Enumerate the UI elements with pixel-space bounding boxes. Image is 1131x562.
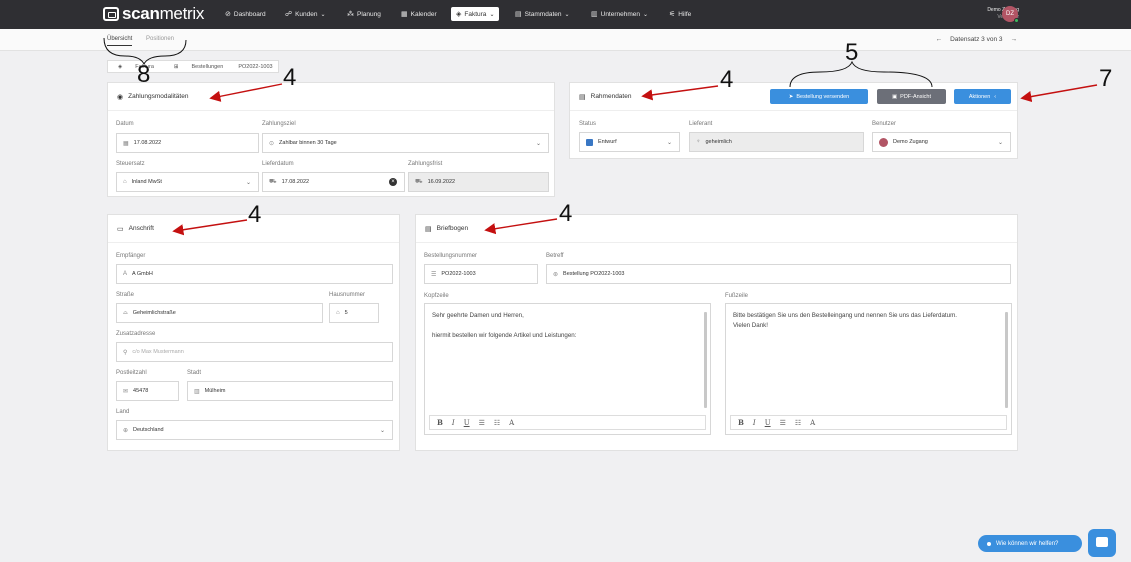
annotation-number: 4 [248,201,262,228]
annotation-number: 4 [720,66,734,93]
annotation-arrow [641,85,719,101]
annotation-arrow [172,219,248,236]
annotation-arrow [1020,84,1098,103]
annotation-overlay [103,37,1098,236]
annotation-number: 7 [1099,65,1113,92]
annotation-brace [789,60,933,88]
annotation-arrow [484,218,558,235]
annotation-number: 4 [283,64,297,91]
annotation-number: 4 [559,200,573,227]
annotation-number: 8 [137,61,151,88]
annotation-arrow [209,83,283,102]
annotation-number: 5 [845,39,859,66]
